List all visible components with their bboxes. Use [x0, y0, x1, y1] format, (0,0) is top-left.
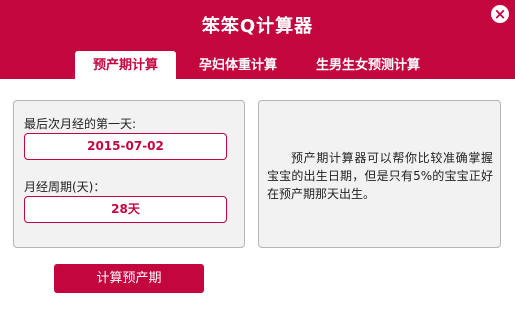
header-bar: 笨笨Q计算器 × 预产期计算 孕妇体重计算 生男生女预测计算: [0, 0, 515, 79]
close-icon[interactable]: ×: [491, 5, 509, 23]
input-panel: 最后次月经的第一天: 2015-07-02 月经周期(天)： 28天: [13, 100, 245, 248]
cycle-input[interactable]: 28天: [24, 196, 227, 223]
app-window: 笨笨Q计算器 × 预产期计算 孕妇体重计算 生男生女预测计算 最后次月经的第一天…: [0, 0, 515, 321]
info-panel: 预产期计算器可以帮你比较准确掌握宝宝的出生日期，但是只有5%的宝宝正好在预产期那…: [258, 100, 501, 248]
tab-gender-prediction[interactable]: 生男生女预测计算: [302, 51, 434, 79]
calculate-button[interactable]: 计算预产期: [54, 264, 204, 293]
tab-pregnancy-weight[interactable]: 孕妇体重计算: [184, 51, 292, 79]
tab-bar: 预产期计算 孕妇体重计算 生男生女预测计算: [0, 51, 515, 79]
info-text: 预产期计算器可以帮你比较准确掌握宝宝的出生日期，但是只有5%的宝宝正好在预产期那…: [267, 151, 493, 201]
last-period-input[interactable]: 2015-07-02: [24, 133, 227, 160]
cycle-label: 月经周期(天)：: [24, 180, 106, 194]
tab-due-date[interactable]: 预产期计算: [75, 51, 176, 79]
app-title: 笨笨Q计算器: [201, 16, 314, 37]
last-period-label: 最后次月经的第一天:: [24, 117, 137, 131]
